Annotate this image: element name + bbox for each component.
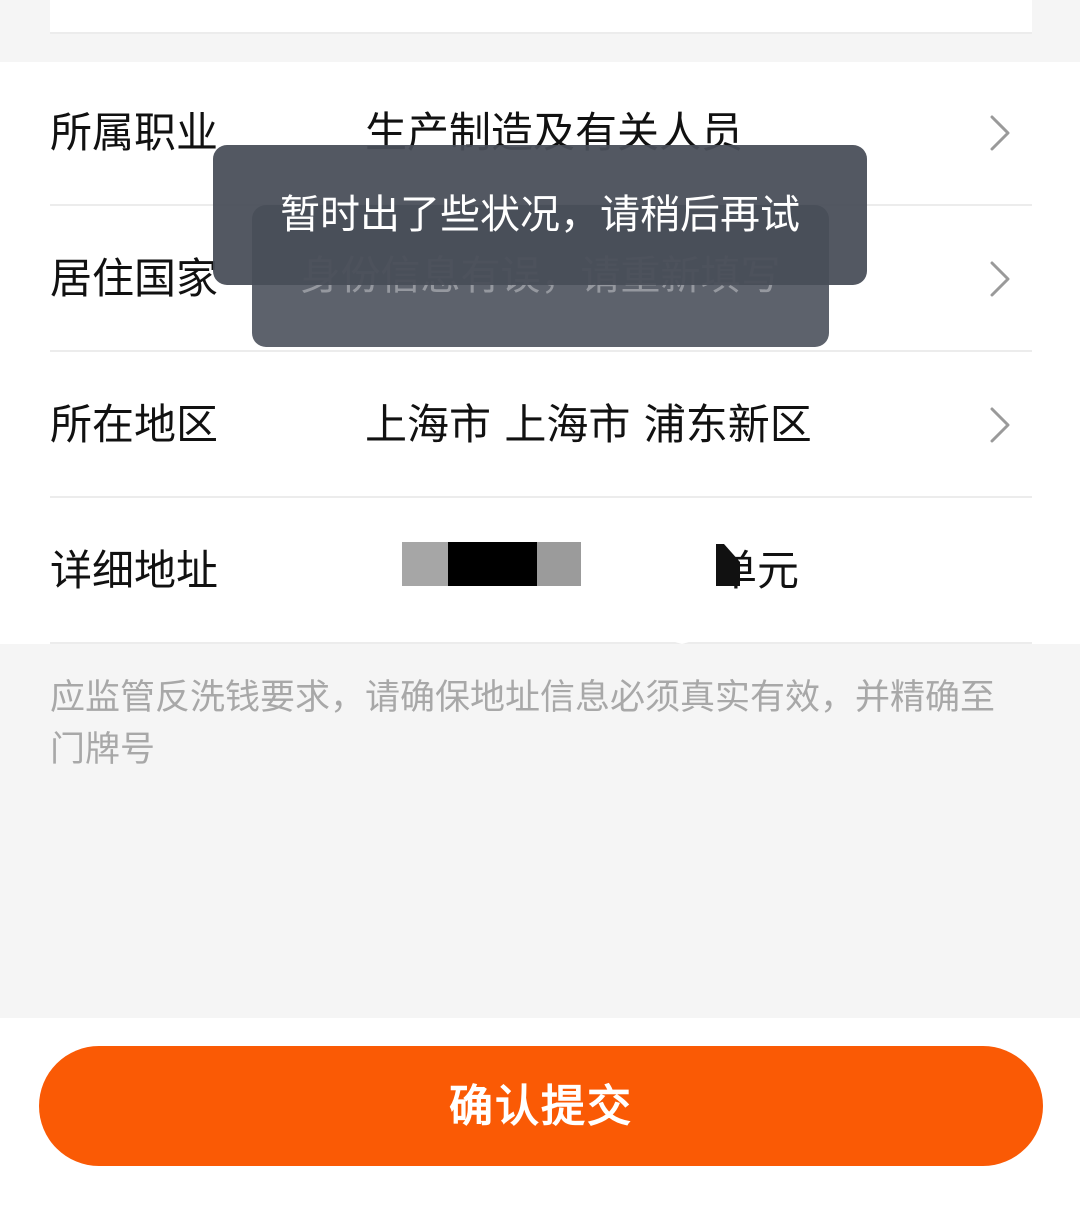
redaction-fragment	[716, 544, 740, 586]
row-region[interactable]: 所在地区 上海市 上海市 浦东新区	[50, 354, 1032, 498]
redaction-block	[402, 542, 448, 586]
chevron-right-icon	[990, 407, 1010, 443]
chevron-right-icon	[990, 261, 1010, 297]
row-value-region: 上海市 上海市 浦东新区	[365, 400, 812, 449]
bottom-bar: 确认提交	[0, 1018, 1080, 1207]
row-label-country: 居住国家	[50, 254, 219, 303]
row-label-occupation: 所属职业	[50, 108, 219, 157]
aml-address-tip: 应监管反洗钱要求，请确保地址信息必须真实有效，并精确至门牌号	[50, 678, 996, 770]
confirm-submit-button[interactable]: 确认提交	[39, 1046, 1043, 1166]
top-strip	[0, 0, 1080, 62]
row-label-region: 所在地区	[50, 400, 219, 449]
row-label-detail-address: 详细地址	[50, 546, 219, 595]
redaction-block	[537, 542, 581, 586]
chevron-right-icon	[990, 115, 1010, 151]
toast-temporary-error: 暂时出了些状况，请稍后再试	[213, 145, 867, 285]
dropdown-notch	[640, 632, 724, 644]
previous-card-edge	[50, 0, 1032, 34]
redaction-block	[448, 542, 537, 586]
